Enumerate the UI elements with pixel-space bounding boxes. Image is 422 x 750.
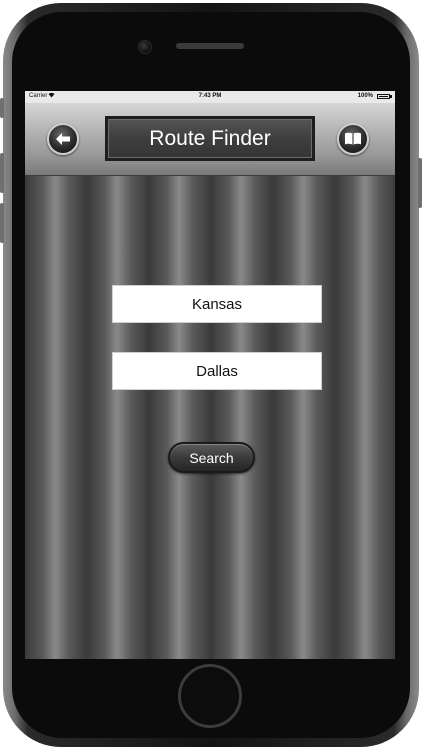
origin-field[interactable]: Kansas (112, 285, 322, 323)
book-button[interactable] (337, 123, 369, 155)
nav-bar: Route Finder (25, 103, 395, 176)
battery-percent: 100% (357, 93, 373, 99)
battery-icon (377, 94, 390, 99)
status-bar: Carrier 7:43 PM 100% (25, 91, 395, 103)
page-title: Route Finder (105, 116, 315, 161)
search-button[interactable]: Search (168, 442, 255, 473)
mute-switch (0, 98, 4, 118)
book-icon (345, 132, 361, 145)
arrow-left-icon (56, 133, 70, 145)
front-camera (138, 40, 152, 54)
volume-up-button (0, 153, 4, 193)
back-button[interactable] (47, 123, 79, 155)
power-button (418, 158, 422, 208)
volume-down-button (0, 203, 4, 243)
app-screen: Carrier 7:43 PM 100% Route Finder Kansas… (25, 91, 395, 659)
home-button[interactable] (178, 664, 242, 728)
status-time: 7:43 PM (198, 93, 222, 99)
earpiece-speaker (176, 43, 244, 49)
content-area: Kansas Dallas Search (25, 176, 395, 659)
destination-field[interactable]: Dallas (112, 352, 322, 390)
battery-tip (390, 95, 392, 98)
